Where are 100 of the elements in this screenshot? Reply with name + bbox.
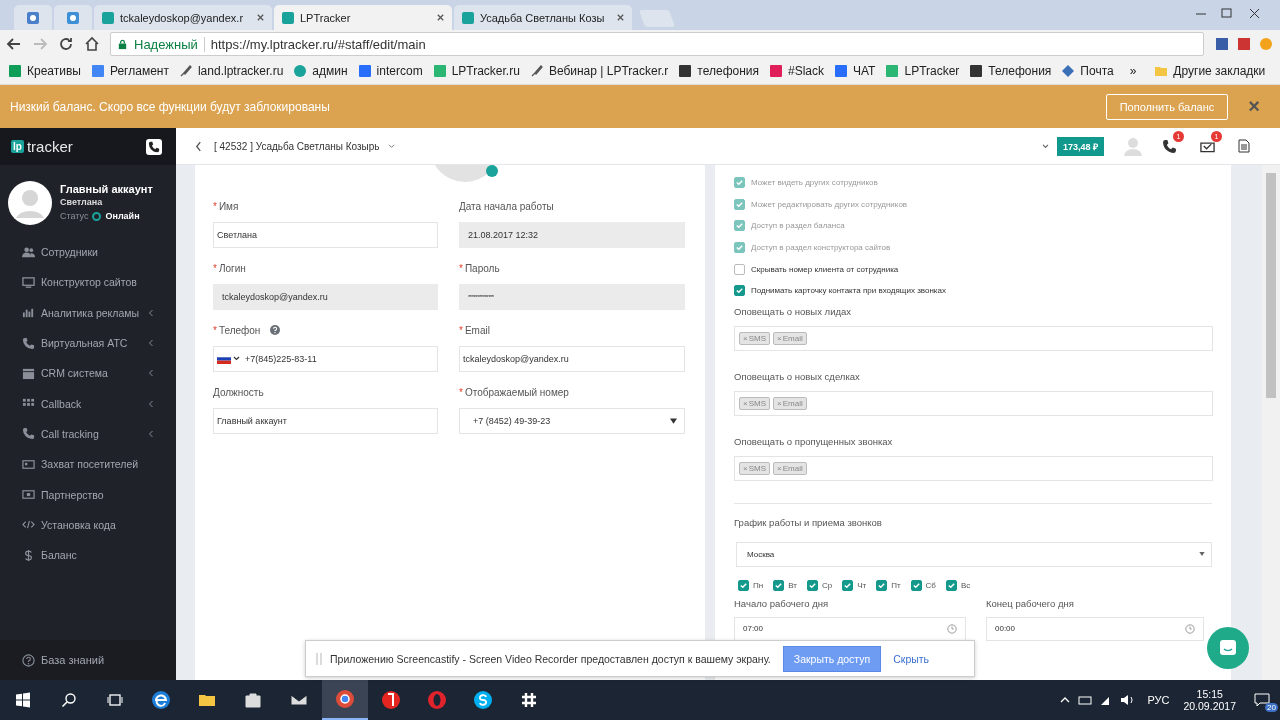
- checkbox-label: Чт: [857, 580, 867, 590]
- nav-item[interactable]: Сотрудники: [0, 237, 176, 268]
- app-icon: [381, 690, 401, 710]
- balance-badge[interactable]: 173,48 ₽: [1056, 136, 1104, 156]
- extension-icons-icon[interactable]: [1214, 36, 1274, 52]
- bookmark-item[interactable]: Почта: [1061, 64, 1114, 78]
- bookmark-item[interactable]: LPTracker.ru: [432, 64, 520, 78]
- bookmark-item[interactable]: админ: [293, 64, 348, 78]
- checkbox-label: Вт: [788, 580, 797, 590]
- chevron-icon: [148, 369, 154, 378]
- caret-icon[interactable]: [1041, 143, 1049, 149]
- home-icon[interactable]: [84, 36, 100, 52]
- document-icon[interactable]: [1238, 139, 1250, 153]
- nav-item[interactable]: Конструктор сайтов: [0, 267, 176, 298]
- hide-link[interactable]: Скрыть: [893, 652, 930, 665]
- field-label: Оповещать о новых лидах: [734, 305, 852, 317]
- close-icon[interactable]: [616, 13, 625, 22]
- other-bookmarks-folder[interactable]: Другие закладки: [1154, 64, 1266, 78]
- checkbox[interactable]: [910, 579, 922, 591]
- reload-icon[interactable]: [58, 36, 74, 52]
- timezone-select[interactable]: Москва: [736, 541, 1212, 567]
- required-mark: *: [459, 262, 463, 274]
- back-icon[interactable]: [6, 36, 22, 52]
- nav-item[interactable]: Установка кода: [0, 509, 176, 540]
- input-field[interactable]: tckaleydoskop@yandex.ru: [459, 346, 685, 372]
- nav-item[interactable]: CRM система: [0, 358, 176, 389]
- field-label: Оповещать о новых сделках: [734, 370, 861, 382]
- back-icon[interactable]: [195, 140, 202, 152]
- tab-favicon-icon: [26, 10, 40, 25]
- checkbox[interactable]: [876, 579, 888, 591]
- tab-favicon-icon: [66, 10, 80, 25]
- flag-icon[interactable]: [217, 354, 241, 364]
- nav-item[interactable]: Call tracking: [0, 418, 176, 450]
- pinned-tab[interactable]: [14, 5, 52, 30]
- input-field[interactable]: Светлана: [213, 222, 438, 248]
- checkbox-label: Вс: [960, 580, 971, 590]
- status-value[interactable]: Онлайн: [105, 211, 140, 221]
- browser-tab[interactable]: LPTracker: [274, 5, 452, 30]
- pinned-tab[interactable]: [54, 5, 92, 30]
- browser-tab[interactable]: tckaleydoskop@yandex.r: [94, 5, 272, 30]
- drag-handle-icon[interactable]: [316, 652, 322, 665]
- nav-item[interactable]: Партнерство: [0, 479, 176, 510]
- checkbox-label: Может редактировать других сотрудников: [751, 199, 908, 209]
- chevron-icon: [148, 339, 154, 348]
- browser-tab[interactable]: Усадьба Светланы Козы: [454, 5, 632, 30]
- caret-icon[interactable]: [387, 143, 395, 149]
- checkbox[interactable]: [842, 579, 854, 591]
- checkbox-label: Может видеть других сотрудников: [751, 178, 878, 188]
- logo-text: tracker: [26, 138, 73, 155]
- phone-icon[interactable]: [1161, 138, 1177, 154]
- help-icon[interactable]: [270, 325, 281, 335]
- users-icon: [22, 245, 35, 259]
- bookmark-favicon-icon: [678, 64, 693, 78]
- phone-field[interactable]: +7(845)225-83-11: [213, 346, 438, 372]
- security-label: Надежный: [134, 36, 205, 52]
- bookmark-item[interactable]: #Slack: [769, 64, 825, 78]
- bookmark-item[interactable]: Регламент: [90, 64, 169, 78]
- bookmark-item[interactable]: Вебинар | LPTracker.r: [529, 64, 669, 78]
- nav-item[interactable]: Аналитика рекламы: [0, 297, 176, 328]
- checkbox[interactable]: [734, 285, 745, 297]
- taskbar-clock[interactable]: 15:15 20.09.2017: [1183, 688, 1236, 712]
- bookmark-item[interactable]: Телефония: [969, 64, 1052, 78]
- account-login: Светлана: [60, 197, 104, 207]
- nav-item[interactable]: Баланс: [0, 539, 176, 571]
- field-label: Конец рабочего дня: [986, 597, 1075, 609]
- tag-label: Email: [782, 463, 803, 473]
- nav-item[interactable]: Захват посетителей: [0, 449, 176, 480]
- project-title[interactable]: [ 42532 ] Усадьба Светланы Козырь: [214, 140, 380, 152]
- bookmark-favicon-icon: [969, 64, 984, 78]
- speech-bubble-icon: [1254, 693, 1270, 707]
- checkbox[interactable]: [806, 579, 818, 591]
- more-bookmarks-button[interactable]: »: [1129, 64, 1137, 78]
- select-field[interactable]: +7 (8452) 49-39-23: [459, 408, 685, 434]
- bookmark-item[interactable]: Креативы: [8, 64, 81, 78]
- knowledge-base-link[interactable]: База знаний: [0, 640, 176, 680]
- nav-item[interactable]: Виртуальная АТС: [0, 327, 176, 359]
- bookmark-item[interactable]: ЧАТ: [834, 64, 876, 78]
- field-label: Отображаемый номер: [464, 386, 569, 398]
- checkbox[interactable]: [945, 579, 957, 591]
- nav-item[interactable]: Callback: [0, 388, 176, 419]
- close-icon[interactable]: [256, 13, 265, 22]
- phone-button[interactable]: [146, 138, 162, 155]
- bookmark-favicon-icon: [432, 64, 447, 78]
- bookmark-item[interactable]: intercom: [357, 64, 423, 78]
- checkbox[interactable]: [773, 579, 785, 591]
- checkbox-label: Сб: [925, 580, 936, 590]
- input-field[interactable]: Главный аккаунт: [213, 408, 438, 434]
- bookmark-item[interactable]: LPTracker: [885, 64, 960, 78]
- bookmark-item[interactable]: телефония: [678, 64, 759, 78]
- bookmark-favicon-icon: [178, 64, 193, 78]
- address-field[interactable]: Надежный https://my.lptracker.ru/#staff/edit/main: [110, 32, 1204, 56]
- language-indicator[interactable]: РУС: [1147, 694, 1170, 706]
- checkbox[interactable]: [734, 263, 745, 275]
- close-icon[interactable]: [436, 13, 445, 22]
- scrollbar[interactable]: [1262, 165, 1280, 680]
- field-label: Логин: [218, 262, 246, 274]
- bookmark-item[interactable]: land.lptracker.ru: [178, 64, 284, 78]
- time-field[interactable]: 00:00: [986, 616, 1204, 641]
- bookmark-favicon-icon: [834, 64, 849, 78]
- checkbox[interactable]: [738, 579, 749, 591]
